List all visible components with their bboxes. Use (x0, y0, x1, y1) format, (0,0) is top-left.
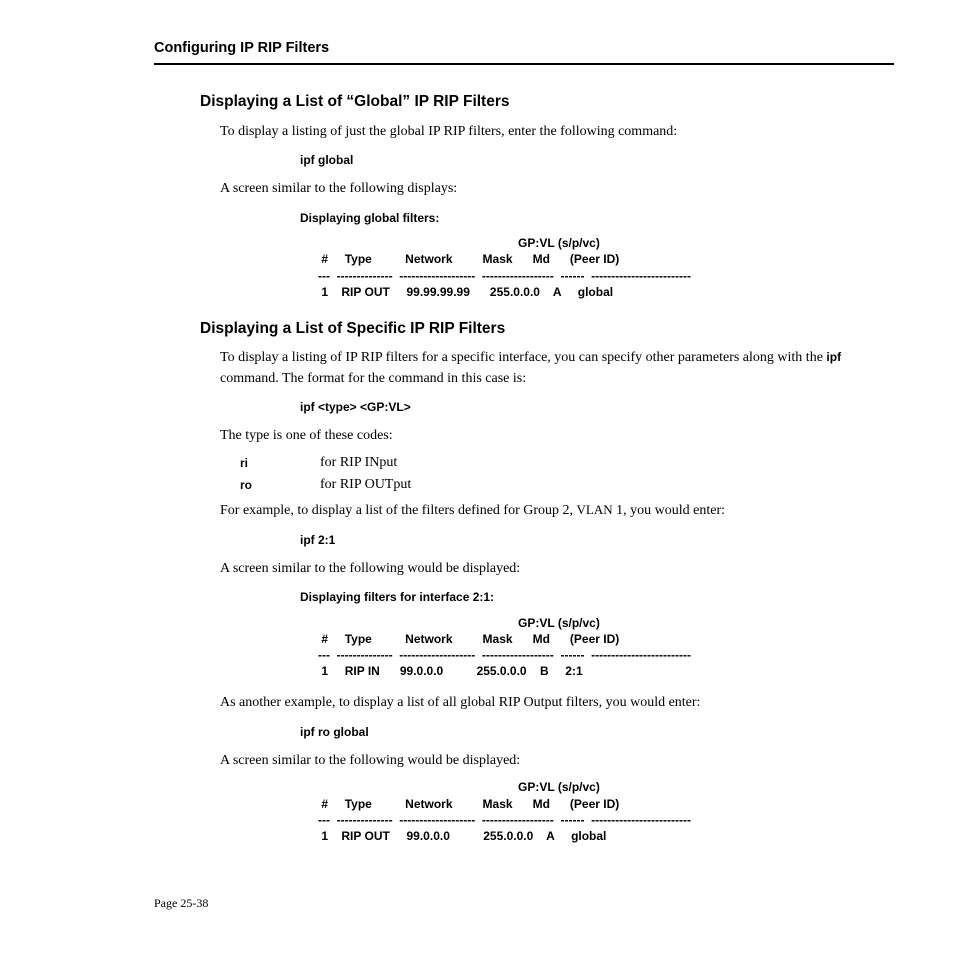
section2-p4: A screen similar to the following would … (220, 559, 894, 579)
section1-title: Displaying a List of “Global” IP RIP Fil… (200, 91, 894, 113)
code-row-ri: rifor RIP INput (240, 453, 894, 473)
section2-p3: For example, to display a list of the fi… (220, 501, 894, 521)
section2-cmd2: ipf 2:1 (300, 532, 894, 549)
section2-p1: To display a listing of IP RIP filters f… (220, 348, 894, 389)
section1-p2: A screen similar to the following displa… (220, 179, 894, 199)
section2-p6: A screen similar to the following would … (220, 751, 894, 771)
section2-table2: GP:VL (s/p/vc) # Type Network Mask Md (P… (318, 615, 894, 680)
section2-table3: GP:VL (s/p/vc) # Type Network Mask Md (P… (318, 779, 894, 844)
section1-p1: To display a listing of just the global … (220, 122, 894, 142)
section1-label: Displaying global filters: (300, 210, 894, 227)
section2-label2: Displaying filters for interface 2:1: (300, 589, 894, 606)
section1-cmd: ipf global (300, 152, 894, 169)
section2-cmd1: ipf <type> <GP:VL> (300, 399, 894, 416)
section2-cmd3: ipf ro global (300, 724, 894, 741)
section1-table: GP:VL (s/p/vc) # Type Network Mask Md (P… (318, 235, 894, 300)
page-number: Page 25-38 (154, 895, 208, 912)
section2-p5: As another example, to display a list of… (220, 693, 894, 713)
section2-codes: rifor RIP INput rofor RIP OUTput (240, 453, 894, 496)
section2-title: Displaying a List of Specific IP RIP Fil… (200, 318, 894, 340)
section2-p2: The type is one of these codes: (220, 426, 894, 446)
page-header: Configuring IP RIP Filters (154, 38, 894, 65)
running-title: Configuring IP RIP Filters (154, 40, 329, 56)
code-row-ro: rofor RIP OUTput (240, 475, 894, 495)
